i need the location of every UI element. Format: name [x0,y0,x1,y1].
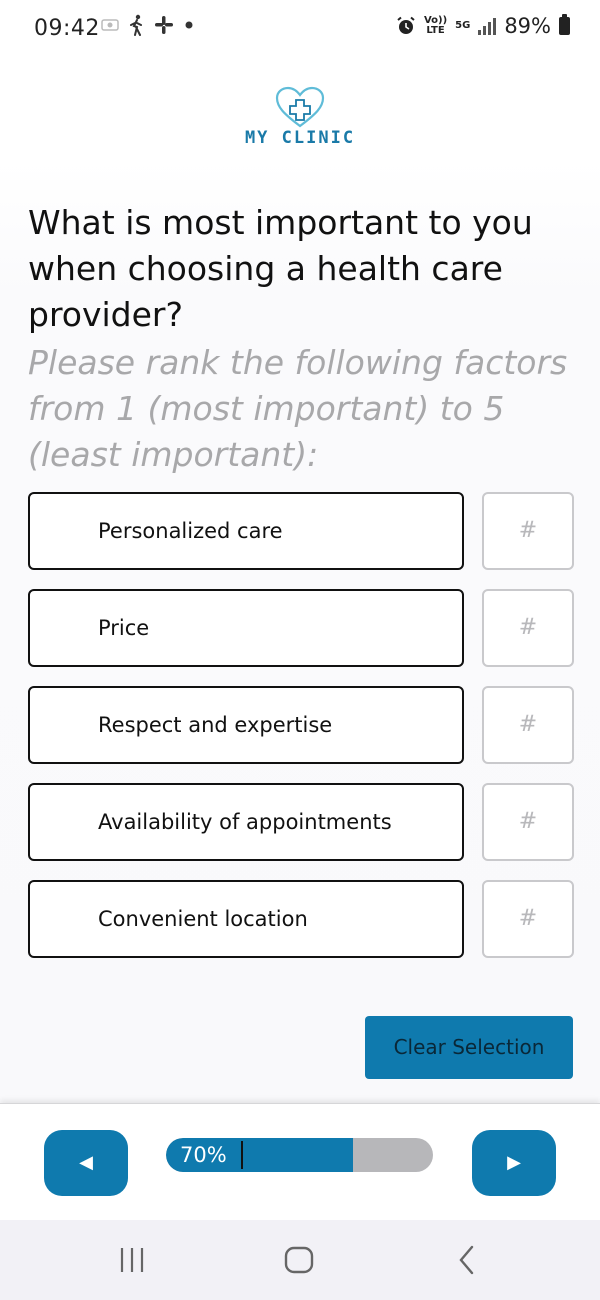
slack-icon [155,16,173,34]
back-icon[interactable] [452,1242,482,1278]
rank-input-price[interactable]: # [482,589,574,667]
clinic-logo-text: MY CLINIC [244,128,356,148]
option-label: Availability of appointments [98,810,392,834]
option-row: Respect and expertise # [28,686,574,764]
page: 09:42 Vo)) LTE 5G 89% MY CLINIC What is … [0,0,600,1300]
status-bar: 09:42 Vo)) LTE 5G 89% [0,0,600,58]
signal-icon [478,17,497,35]
recents-icon[interactable] [116,1242,148,1278]
clear-selection-button[interactable]: Clear Selection [365,1016,573,1079]
option-label: Price [98,616,150,640]
screen-recorder-icon [101,19,119,31]
question-title: What is most important to you when choos… [28,203,533,334]
status-time: 09:42 [34,16,100,41]
ranking-options: Personalized care # Price # Respect and … [28,492,574,977]
status-notification-icons [100,14,196,36]
progress-cursor [241,1141,243,1169]
option-convenient-location[interactable]: Convenient location [28,880,464,958]
network-5g-icon: 5G [455,20,471,31]
option-row: Availability of appointments # [28,783,574,861]
battery-percent: 89% [504,14,551,38]
rank-input-personalized-care[interactable]: # [482,492,574,570]
option-label: Personalized care [98,519,283,543]
option-price[interactable]: Price [28,589,464,667]
option-personalized-care[interactable]: Personalized care [28,492,464,570]
progress-bar: 70% [166,1138,433,1172]
previous-button[interactable]: ◀ [44,1130,128,1196]
home-icon[interactable] [283,1242,315,1278]
clinic-logo: MY CLINIC [0,86,600,148]
survey-navigation: ◀ 70% ▶ [0,1103,600,1220]
question-instruction: Please rank the following factors from 1… [28,343,568,474]
option-row: Personalized care # [28,492,574,570]
rank-input-respect-and-expertise[interactable]: # [482,686,574,764]
volte-icon: Vo)) LTE [423,15,448,36]
progress-label: 70% [180,1143,227,1167]
option-respect-and-expertise[interactable]: Respect and expertise [28,686,464,764]
option-label: Respect and expertise [98,713,333,737]
status-system-icons: Vo)) LTE 5G 89% [396,14,570,38]
battery-icon [559,14,570,35]
alarm-icon [397,16,415,34]
option-row: Price # [28,589,574,667]
next-button[interactable]: ▶ [472,1130,556,1196]
rank-input-convenient-location[interactable]: # [482,880,574,958]
walking-icon [130,14,142,36]
option-availability-of-appointments[interactable]: Availability of appointments [28,783,464,861]
heart-cross-icon [275,86,325,128]
system-navigation-bar [0,1220,600,1300]
dot-icon [185,21,193,29]
option-label: Convenient location [98,907,308,931]
rank-input-availability-of-appointments[interactable]: # [482,783,574,861]
option-row: Convenient location # [28,880,574,958]
